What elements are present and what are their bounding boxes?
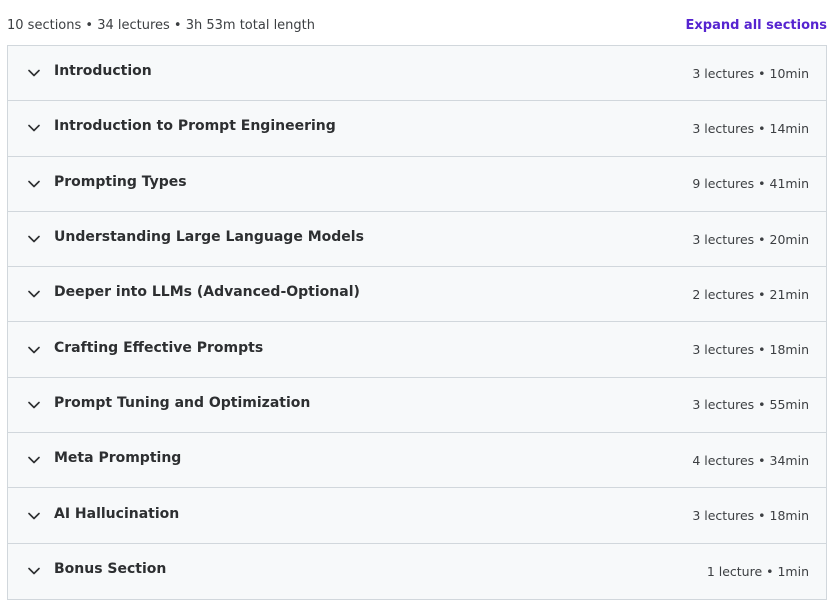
section-header[interactable]: Prompting Types 9 lectures • 41min [8,157,826,212]
chevron-down-icon [27,343,41,357]
section-meta: 3 lectures • 55min [692,397,809,413]
section-title: Introduction to Prompt Engineering [54,118,336,135]
section-title: Prompt Tuning and Optimization [54,394,311,411]
section-meta: 9 lectures • 41min [692,176,809,192]
section-title: AI Hallucination [54,505,180,522]
chevron-down-icon [27,121,41,135]
section-meta: 2 lectures • 21min [692,286,809,302]
section-title: Introduction [54,63,152,80]
section-title: Prompting Types [54,173,187,190]
section-header[interactable]: Introduction 3 lectures • 10min [8,46,826,102]
course-content: 10 sections • 34 lectures • 3h 53m total… [0,0,839,610]
section-meta: 1 lecture • 1min [706,563,809,579]
chevron-down-icon [27,177,41,191]
course-summary: 10 sections • 34 lectures • 3h 53m total… [7,17,316,33]
section-header[interactable]: Bonus Section 1 lecture • 1min [8,544,826,599]
chevron-down-icon [27,398,41,412]
sections-list: Introduction 3 lectures • 10min Introduc… [7,45,827,600]
section-header[interactable]: Deeper into LLMs (Advanced-Optional) 2 l… [8,267,826,323]
section-header[interactable]: Crafting Effective Prompts 3 lectures • … [8,322,826,378]
section-title: Understanding Large Language Models [54,229,364,246]
section-meta: 4 lectures • 34min [692,452,809,468]
section-header[interactable]: Introduction to Prompt Engineering 3 lec… [8,101,826,157]
section-title: Meta Prompting [54,450,182,467]
chevron-down-icon [27,564,41,578]
chevron-down-icon [27,509,41,523]
section-title: Deeper into LLMs (Advanced-Optional) [54,284,360,301]
section-header[interactable]: Meta Prompting 4 lectures • 34min [8,433,826,489]
section-title: Bonus Section [54,561,167,578]
expand-all-sections-button[interactable]: Expand all sections [686,18,828,33]
chevron-down-icon [27,66,41,80]
section-header[interactable]: AI Hallucination 3 lectures • 18min [8,488,826,544]
chevron-down-icon [27,287,41,301]
section-header[interactable]: Understanding Large Language Models 3 le… [8,212,826,268]
section-meta: 3 lectures • 18min [692,342,809,358]
section-meta: 3 lectures • 10min [692,65,809,81]
section-meta: 3 lectures • 14min [692,120,809,136]
section-title: Crafting Effective Prompts [54,339,264,356]
chevron-down-icon [27,453,41,467]
course-summary-bar: 10 sections • 34 lectures • 3h 53m total… [7,16,827,34]
section-meta: 3 lectures • 20min [692,231,809,247]
section-meta: 3 lectures • 18min [692,508,809,524]
section-header[interactable]: Prompt Tuning and Optimization 3 lecture… [8,378,826,434]
chevron-down-icon [27,232,41,246]
